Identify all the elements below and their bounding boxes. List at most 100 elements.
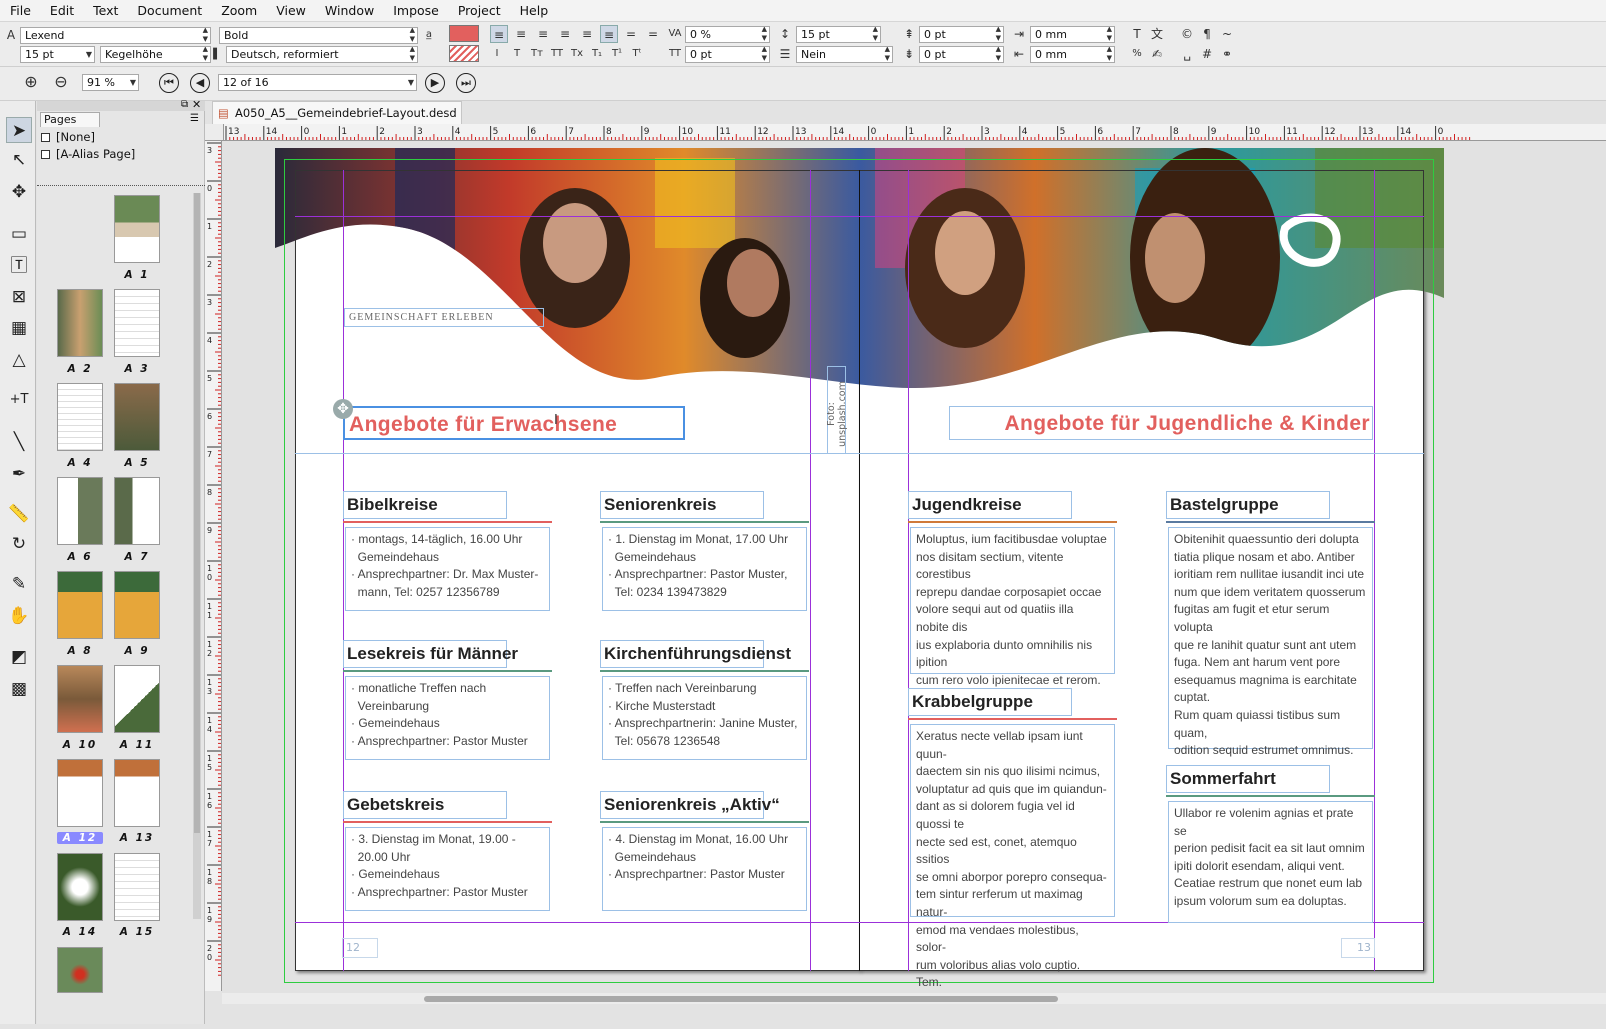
- page-thumb-a6[interactable]: [57, 477, 103, 545]
- pasteboard[interactable]: GEMEINSCHAFT ERLEBEN Foto: unsplash.com …: [222, 141, 1606, 993]
- justify-all-icon[interactable]: ≡: [578, 25, 596, 43]
- leading-field[interactable]: 15 pt ▲ ▼: [796, 26, 881, 43]
- left-group-2-title-frame[interactable]: Seniorenkreis: [600, 491, 764, 519]
- right-group-3-body[interactable]: Xeratus necte vellab ipsam iunt quun-dae…: [910, 724, 1115, 993]
- menu-document[interactable]: Document: [137, 3, 202, 18]
- font-style-select[interactable]: Bold ▲ ▼: [219, 27, 418, 44]
- page-thumb-a2[interactable]: [57, 289, 103, 357]
- align-left-icon[interactable]: ≡: [490, 25, 508, 43]
- menu-project[interactable]: Project: [458, 3, 501, 18]
- artistic-text-tool-icon[interactable]: +T: [6, 387, 32, 413]
- subscript-icon[interactable]: T₁: [588, 45, 606, 63]
- hyphenation-select[interactable]: Nein ▲ ▼: [796, 46, 893, 63]
- superscript-icon[interactable]: T¹: [608, 45, 626, 63]
- text-case-icon[interactable]: I: [488, 45, 506, 63]
- pages-scroll-thumb[interactable]: [194, 193, 200, 833]
- right-group-3-title-frame[interactable]: Krabbelgruppe: [908, 688, 1072, 716]
- left-group-5-title-frame[interactable]: Gebetskreis: [343, 791, 507, 819]
- font-family-select[interactable]: Lexend ▲ ▼: [20, 27, 211, 44]
- measure-tool-icon[interactable]: 📏: [6, 501, 32, 527]
- left-group-4-body[interactable]: · Treffen nach Vereinbarung · Kirche Must…: [602, 676, 807, 760]
- justify-away-icon[interactable]: =: [644, 25, 662, 43]
- text-frame-icon[interactable]: T: [1128, 25, 1146, 43]
- menu-zoom[interactable]: Zoom: [221, 3, 257, 18]
- allcaps-icon[interactable]: TT: [548, 45, 566, 63]
- right-group-2-title-frame[interactable]: Bastelgruppe: [1166, 491, 1330, 519]
- panel-float-icon[interactable]: ⧉: [181, 99, 188, 110]
- page-thumb-a15[interactable]: [114, 853, 160, 921]
- page-thumb-a13[interactable]: [114, 759, 160, 827]
- page-thumb-a11[interactable]: [114, 665, 160, 733]
- master-none[interactable]: [None]: [41, 130, 95, 144]
- right-group-2-body[interactable]: Obitenihit quaessuntio deri dolupta tiati…: [1168, 527, 1373, 757]
- page-thumb-a3[interactable]: [114, 289, 160, 357]
- justify-icon[interactable]: ≡: [556, 25, 574, 43]
- zoom-field[interactable]: 91 % ▼: [82, 74, 139, 91]
- picture-frame-tool-icon[interactable]: ⊠: [6, 284, 32, 310]
- space-icon[interactable]: ␣: [1178, 45, 1196, 63]
- menu-text[interactable]: Text: [93, 3, 118, 18]
- left-group-1-title-frame[interactable]: Bibelkreise: [343, 491, 507, 519]
- horizontal-scroll-thumb[interactable]: [424, 996, 1058, 1002]
- page-thumb-a8[interactable]: [57, 571, 103, 639]
- document-tab[interactable]: ▤ A050_A5__Gemeindebrief-Layout.desd *: [212, 101, 462, 142]
- gradient-tool-icon[interactable]: ◩: [6, 644, 32, 670]
- indent-left-field[interactable]: 0 mm ▲ ▼: [1030, 26, 1115, 43]
- font-size-field[interactable]: 15 pt ▼: [20, 46, 95, 63]
- indent-right-field[interactable]: 0 mm ▲ ▼: [1030, 46, 1115, 63]
- text-frame-tool-icon[interactable]: 🅃: [6, 253, 32, 279]
- page-select[interactable]: 12 of 16 ▼: [218, 74, 417, 91]
- page-thumb-a5[interactable]: [114, 383, 160, 451]
- space-before-field[interactable]: 0 pt ▲ ▼: [919, 26, 1004, 43]
- page-thumb-a14[interactable]: [57, 853, 103, 921]
- hash-icon[interactable]: #: [1198, 45, 1216, 63]
- horizontal-ruler[interactable]: 13 14 0 1 2 3 4 5 6 7 8 9 10 11 12 13 14 0 1 2 3 4 5 6 7 8 9 10 11 12…: [224, 124, 1606, 141]
- hand-tool-icon[interactable]: ✋: [6, 603, 32, 629]
- menu-file[interactable]: File: [10, 3, 31, 18]
- photo-credit-frame[interactable]: Foto: unsplash.com: [826, 366, 848, 454]
- left-group-2-body[interactable]: · 1. Dienstag im Monat, 17.00 Uhr Gemein…: [602, 527, 807, 611]
- left-group-3-body[interactable]: · monatliche Treffen nach Vereinbarung · …: [345, 676, 550, 760]
- right-title-frame[interactable]: Angebote für Jugendliche & Kinder: [949, 406, 1373, 440]
- align-center-icon[interactable]: ≡: [512, 25, 530, 43]
- color-picker-tool-icon[interactable]: ✎: [6, 571, 32, 597]
- right-group-4-title-frame[interactable]: Sommerfahrt: [1166, 765, 1330, 793]
- horizontal-scrollbar[interactable]: [222, 993, 1606, 1004]
- page-thumb-a7[interactable]: [114, 477, 160, 545]
- percent-icon[interactable]: %: [1128, 45, 1146, 63]
- kicker-text[interactable]: GEMEINSCHAFT ERLEBEN: [344, 308, 544, 327]
- fill-color-swatch[interactable]: [449, 25, 479, 42]
- page-thumb-a9[interactable]: [114, 571, 160, 639]
- panel-menu-icon[interactable]: ☰: [190, 113, 199, 124]
- left-group-1-body[interactable]: · montags, 14-täglich, 16.00 Uhr Gemeind…: [345, 527, 550, 611]
- tx-icon[interactable]: Tx: [568, 45, 586, 63]
- align-right-icon[interactable]: ≡: [534, 25, 552, 43]
- menu-edit[interactable]: Edit: [50, 3, 74, 18]
- shape-tool-icon[interactable]: △: [6, 347, 32, 373]
- pages-scrollbar[interactable]: [193, 193, 201, 919]
- space-after-field[interactable]: 0 pt ▲ ▼: [919, 46, 1004, 63]
- panel-splitter[interactable]: [37, 185, 205, 189]
- selector-tool-icon[interactable]: ➤: [6, 117, 32, 143]
- page-thumb-a12[interactable]: [57, 759, 103, 827]
- menu-impose[interactable]: Impose: [393, 3, 439, 18]
- page-thumb-a10[interactable]: [57, 665, 103, 733]
- tracking-field[interactable]: 0 % ▲ ▼: [685, 26, 770, 43]
- page-thumb-a4[interactable]: [57, 383, 103, 451]
- right-page-number[interactable]: 13: [1341, 938, 1375, 958]
- pen-tool-icon[interactable]: ╲: [6, 429, 32, 455]
- move-handle-icon[interactable]: ✥: [333, 399, 353, 419]
- stroke-color-swatch[interactable]: [449, 45, 479, 62]
- table-tool-icon[interactable]: ▦: [6, 315, 32, 341]
- transparency-tool-icon[interactable]: ▩: [6, 676, 32, 702]
- tilde-icon[interactable]: ~: [1218, 25, 1236, 43]
- ruler-origin[interactable]: [205, 124, 224, 141]
- menu-help[interactable]: Help: [520, 3, 549, 18]
- hand-icon[interactable]: ✍: [1148, 45, 1166, 63]
- node-tool-icon[interactable]: ↖: [6, 147, 32, 173]
- rotate-tool-icon[interactable]: ↻: [6, 531, 32, 557]
- char-style-icon[interactable]: a̲: [420, 26, 438, 44]
- right-group-1-body[interactable]: Moluptus, ium facitibusdae voluptae nos d…: [910, 527, 1115, 687]
- left-group-3-title-frame[interactable]: Lesekreis für Männer: [343, 640, 518, 668]
- ordinal-icon[interactable]: Tᵗ: [628, 45, 646, 63]
